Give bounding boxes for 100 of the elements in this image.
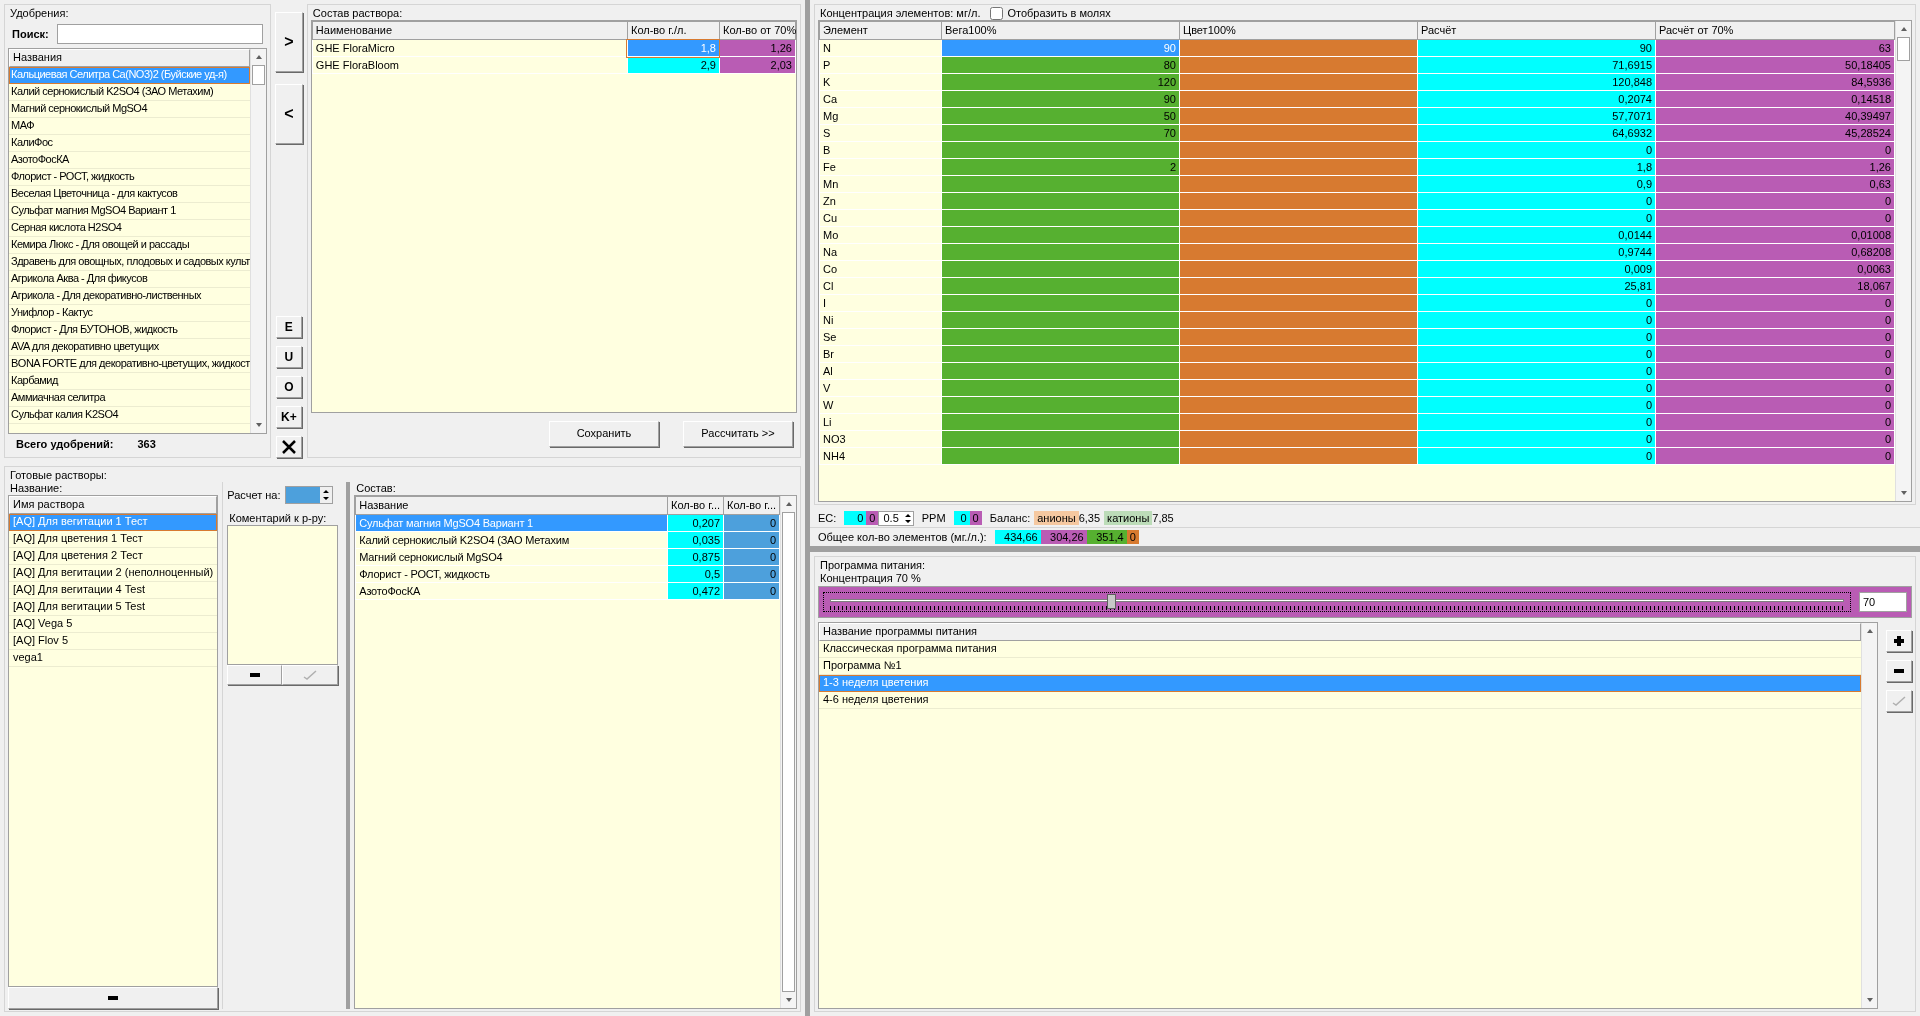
comment-field[interactable]: [227, 525, 339, 666]
tool-button[interactable]: O: [275, 376, 302, 398]
scrollbar[interactable]: [1895, 21, 1911, 502]
tool-button[interactable]: U: [275, 346, 302, 368]
list-item[interactable]: Агрикола - Для декоративно-лиственных: [9, 288, 250, 306]
list-item[interactable]: КалиФос: [9, 135, 250, 153]
list-item[interactable]: Кемира Люкс - Для овощей и рассады: [9, 237, 250, 255]
list-item[interactable]: Программа №1: [819, 657, 1861, 675]
column-header[interactable]: Цвет100%: [1179, 21, 1418, 40]
tool-button[interactable]: E: [275, 316, 302, 338]
checkbox-label: Отобразить в молях: [1007, 7, 1111, 21]
add-button[interactable]: [1886, 629, 1912, 652]
list-item[interactable]: Флорист - Для БУТОНОВ, жидкость: [9, 322, 250, 340]
slider-thumb[interactable]: [1107, 593, 1117, 609]
scroll-thumb[interactable]: [782, 512, 795, 992]
scrollbar[interactable]: [1861, 622, 1877, 1008]
list-item[interactable]: [AQ] Для вегитации 5 Test: [9, 599, 218, 617]
list-item[interactable]: [AQ] Для вегитации 4 Test: [9, 582, 218, 600]
search-field[interactable]: [56, 24, 263, 45]
column-header[interactable]: Название программы питания: [819, 622, 1861, 641]
panel-title: Удобрения:: [9, 7, 70, 21]
list-item[interactable]: [AQ] Vega 5: [9, 616, 218, 634]
column-header[interactable]: Кол-во от 70%: [719, 21, 796, 40]
move-button[interactable]: >: [274, 12, 303, 72]
column-header[interactable]: Название: [355, 496, 668, 515]
value-field[interactable]: 70: [1859, 591, 1907, 612]
close-icon: [281, 440, 296, 455]
total-count: 363: [137, 437, 156, 451]
scrollbar[interactable]: [780, 496, 796, 1008]
column-header[interactable]: Кол-во г...: [723, 496, 780, 515]
column-header[interactable]: Наименование: [312, 21, 628, 40]
column-header[interactable]: Кол-во г...: [667, 496, 724, 515]
list-item[interactable]: Магний сернокислый MgSO4: [9, 101, 250, 119]
scroll-thumb[interactable]: [1897, 37, 1910, 62]
remove-button[interactable]: [1886, 659, 1912, 682]
panel-title: Готовые растворы:: [9, 469, 108, 483]
list-item[interactable]: BONA FORTE для декоративно-цветущих, жидкост: [9, 356, 250, 374]
list-item[interactable]: [AQ] Для цветения 2 Тест: [9, 548, 218, 566]
list-item[interactable]: vega1: [9, 650, 218, 668]
section-title: Коментарий к р-ру:: [228, 512, 328, 526]
value-chip: 304,26: [1040, 530, 1087, 545]
list-item[interactable]: Здравень для овощных, плодовых и садовых культ: [9, 254, 250, 272]
chip-label: анионы: [1034, 511, 1079, 526]
list-item[interactable]: МАФ: [9, 118, 250, 136]
list-item[interactable]: Сульфат калия K2SO4: [9, 407, 250, 425]
list-item[interactable]: Аммиачная селитра: [9, 390, 250, 408]
list-item[interactable]: [AQ] Flov 5: [9, 633, 218, 651]
column-header[interactable]: Кол-во г./л.: [627, 21, 720, 40]
list-item[interactable]: Флорист - РОСТ, жидкость: [9, 169, 250, 187]
list-item[interactable]: АзотоФосКА: [9, 152, 250, 170]
list-item[interactable]: Унифлор - Кактус: [9, 305, 250, 323]
tool-button[interactable]: K+: [275, 406, 302, 428]
list-item[interactable]: Карбамид: [9, 373, 250, 391]
slider-track[interactable]: [823, 591, 1851, 612]
field-label: PPM: [921, 511, 946, 525]
section-title: Название:: [9, 482, 64, 496]
chip-label: катионы: [1104, 511, 1153, 526]
plus-icon: [1893, 634, 1905, 647]
move-button[interactable]: <: [274, 84, 303, 144]
field-label: Расчет на:: [227, 488, 281, 502]
scroll-thumb[interactable]: [251, 65, 265, 86]
value-chip: 434,66: [994, 530, 1041, 545]
column-header[interactable]: Элемент: [819, 21, 942, 40]
value-chip: 0: [866, 511, 879, 526]
check-icon: [1892, 695, 1906, 706]
list-item[interactable]: Агрикола Аква - Для фикусов: [9, 271, 250, 289]
list-item[interactable]: Сульфат магния MgSO4 Вариант 1: [9, 203, 250, 221]
spin-field[interactable]: [284, 486, 333, 505]
value-text: 6,35: [1078, 511, 1101, 525]
list-item[interactable]: Калий сернокислый K2SO4 (ЗАО Метахим): [9, 84, 250, 102]
value-chip: 351,4: [1086, 530, 1127, 545]
total-label: Всего удобрений:: [16, 437, 114, 451]
column-header[interactable]: Вега100%: [941, 21, 1180, 40]
checkbox[interactable]: [990, 7, 1004, 21]
scrollbar[interactable]: [249, 49, 266, 433]
action-button[interactable]: Сохранить: [549, 421, 659, 447]
list-item[interactable]: Веселая Цветочница - для кактусов: [9, 186, 250, 204]
column-header[interactable]: Имя раствора: [9, 496, 218, 515]
column-header[interactable]: Расчёт от 70%: [1655, 21, 1895, 40]
value-chip: 0: [844, 511, 867, 526]
section-title: Состав:: [355, 482, 397, 496]
remove-button[interactable]: [227, 665, 282, 686]
spin-field[interactable]: 0.5: [878, 510, 914, 526]
panel-title: Состав раствора:: [311, 7, 404, 21]
list-item[interactable]: [AQ] Для вегитации 2 (неполноценный): [9, 565, 218, 583]
close-button[interactable]: [275, 436, 302, 458]
list-item[interactable]: AVA для декоративно цветущих: [9, 339, 250, 357]
column-header[interactable]: Названия: [9, 49, 250, 68]
section-title: Концентрация 70 %: [819, 572, 922, 586]
list-item[interactable]: Серная кислота H2SO4: [9, 220, 250, 238]
field-label: Общее кол-во элементов (мг./л.):: [818, 530, 987, 544]
spin-value: 0.5: [882, 511, 900, 525]
action-button[interactable]: Рассчитать >>: [683, 421, 793, 447]
spin-arrows-icon[interactable]: [319, 487, 332, 504]
value-chip: 0: [953, 511, 970, 526]
list-item[interactable]: [AQ] Для цветения 1 Тест: [9, 531, 218, 549]
column-header[interactable]: Расчёт: [1417, 21, 1656, 40]
list-item[interactable]: 4-6 неделя цветения: [819, 691, 1861, 709]
list-item[interactable]: Классическая программа питания: [819, 640, 1861, 658]
field-label: EC:: [818, 511, 837, 525]
